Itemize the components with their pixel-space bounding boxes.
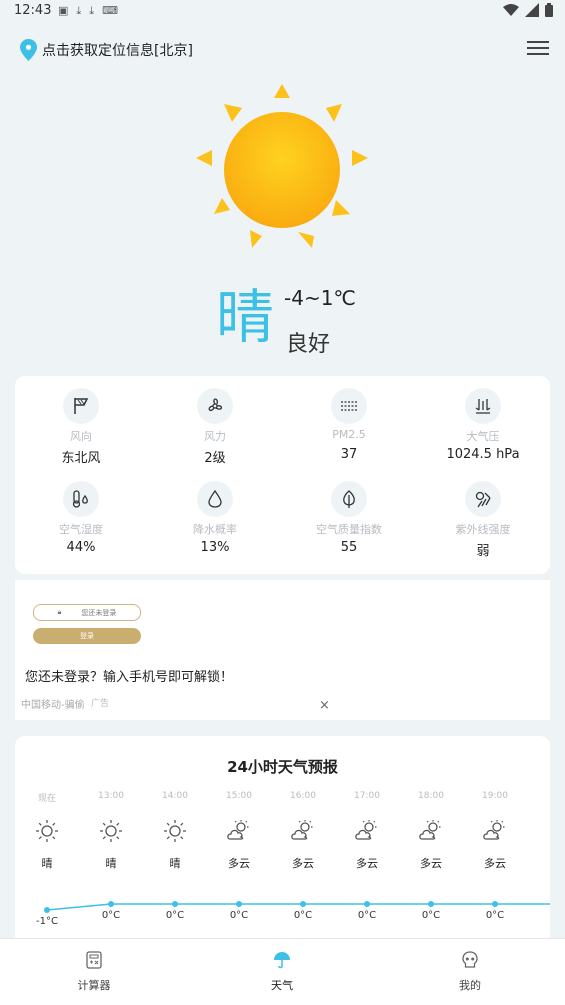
stat-value: 1024.5 hPa [446,447,520,462]
sun-icon [196,84,368,248]
status-time: 12:43 [14,3,52,18]
tab-weather[interactable]: 天气 [232,951,332,993]
stat-label: 空气质量指数 [316,523,382,536]
signal-icon [525,3,539,17]
temperature-point [300,901,306,907]
temperature-label: -1°C [36,916,58,927]
stat-wind-direction: 风向 东北风 [15,388,147,466]
status-notification-icons: ▣ ⤓ ⤓ ⌨ [58,4,118,18]
temperature-line-chart: -1°C 0°C 0°C 0°C 0°C 0°C 0°C 0°C [36,901,550,927]
ad-close-button[interactable]: × [319,698,330,713]
temperature-point [428,901,434,907]
skull-icon [462,951,478,968]
ad-thumb-button: 登录 [33,628,141,644]
calculator-icon [86,951,102,969]
stat-value: 37 [340,447,358,462]
ad-source: 中国移动-骗偷 [21,700,85,711]
bottom-navigation: 计算器 天气 我的 [0,938,565,1005]
temperature-point [172,901,178,907]
temperature-point [108,901,114,907]
tab-label: 计算器 [77,979,111,992]
leaf-icon [331,481,367,517]
temperature-range: -4~1℃ [284,286,356,310]
wifi-icon [503,4,519,16]
uv-icon [465,481,501,517]
temperature-point [492,901,498,907]
menu-button[interactable] [527,38,549,58]
stat-pressure: 大气压 1024.5 hPa [417,388,549,462]
temperature-label: 0°C [166,910,184,921]
wind-direction-icon [63,388,99,424]
lock-icon: 🔒︎ [57,608,62,616]
temperature-label: 0°C [102,910,120,921]
thermometer-drop-icon [63,481,99,517]
temperature-label: 0°C [486,910,504,921]
haze-icon [331,388,367,424]
location-label[interactable]: 点击获取定位信息[北京] [42,40,193,60]
temperature-label: 0°C [230,910,248,921]
ad-tag: 广告 [91,699,110,709]
water-drop-icon [197,481,233,517]
temperature-point [364,901,370,907]
stat-label: 风力 [204,430,226,443]
ad-banner[interactable]: 🔒︎ 您还未登录 登录 您还未登录？输入手机号即可解锁！ 中国移动-骗偷 广告 … [15,580,550,720]
temperature-label: 0°C [294,910,312,921]
stat-value: 55 [340,540,358,555]
download-icon: ⤓ [89,4,95,17]
tab-mine[interactable]: 我的 [420,951,520,993]
umbrella-icon [274,952,290,969]
stat-label: 紫外线强度 [455,523,511,536]
stat-label: 风向 [70,430,92,443]
tab-calculator[interactable]: 计算器 [44,951,144,993]
ad-thumb-input-text: 您还未登录 [81,608,117,617]
stat-uv: 紫外线强度 弱 [417,481,549,559]
stat-value: 13% [200,540,230,555]
download-icon: ⤓ [76,4,82,17]
stat-value: 弱 [476,544,490,559]
hourly-forecast-card[interactable]: 24小时天气预报 现在晴 13:00 晴 14:00 晴 15:00 多云 16:00 多云 17… [15,736,550,946]
stat-label: 降水概率 [193,523,237,536]
weather-stats-card: 风向 东北风 风力 2级 PM2.5 37 大气压 1024.5 hPa 空气湿… [15,376,550,574]
temperature-label: 0°C [422,910,440,921]
stat-value: 东北风 [61,451,101,466]
top-bar: 点击获取定位信息[北京] [0,34,565,66]
status-bar: 12:43 ▣ ⤓ ⤓ ⌨ [0,0,565,24]
stat-value: 2级 [204,451,226,466]
stat-pm25: PM2.5 37 [283,388,415,462]
fan-icon [197,388,233,424]
tab-label: 我的 [459,979,481,992]
current-condition: 晴 [216,283,275,351]
stat-label: 大气压 [466,430,500,443]
stat-value: 44% [66,540,96,555]
temperature-label: 0°C [358,910,376,921]
temperature-point [236,901,242,907]
ad-thumb-input: 🔒︎ 您还未登录 [33,604,141,621]
stat-label: 空气湿度 [59,523,103,536]
stat-humidity: 空气湿度 44% [15,481,147,555]
pressure-icon [465,388,501,424]
keyboard-icon: ⌨ [102,4,119,17]
stat-wind-force: 风力 2级 [149,388,281,466]
ad-thumbnail[interactable]: 🔒︎ 您还未登录 登录 [33,604,157,650]
temperature-point [44,907,50,913]
location-pin-icon[interactable] [20,39,37,61]
air-quality-label: 良好 [286,332,331,357]
stat-label: PM2.5 [332,428,366,441]
stat-aqi: 空气质量指数 55 [283,481,415,555]
stat-precipitation: 降水概率 13% [149,481,281,555]
sun-illustration [192,80,374,262]
battery-icon [545,3,553,17]
tab-label: 天气 [271,979,293,992]
menu-icon [527,41,549,43]
status-system-icons [503,3,553,17]
ad-text[interactable]: 您还未登录？输入手机号即可解锁！ [25,666,233,685]
app-notification-icon: ▣ [58,4,69,17]
